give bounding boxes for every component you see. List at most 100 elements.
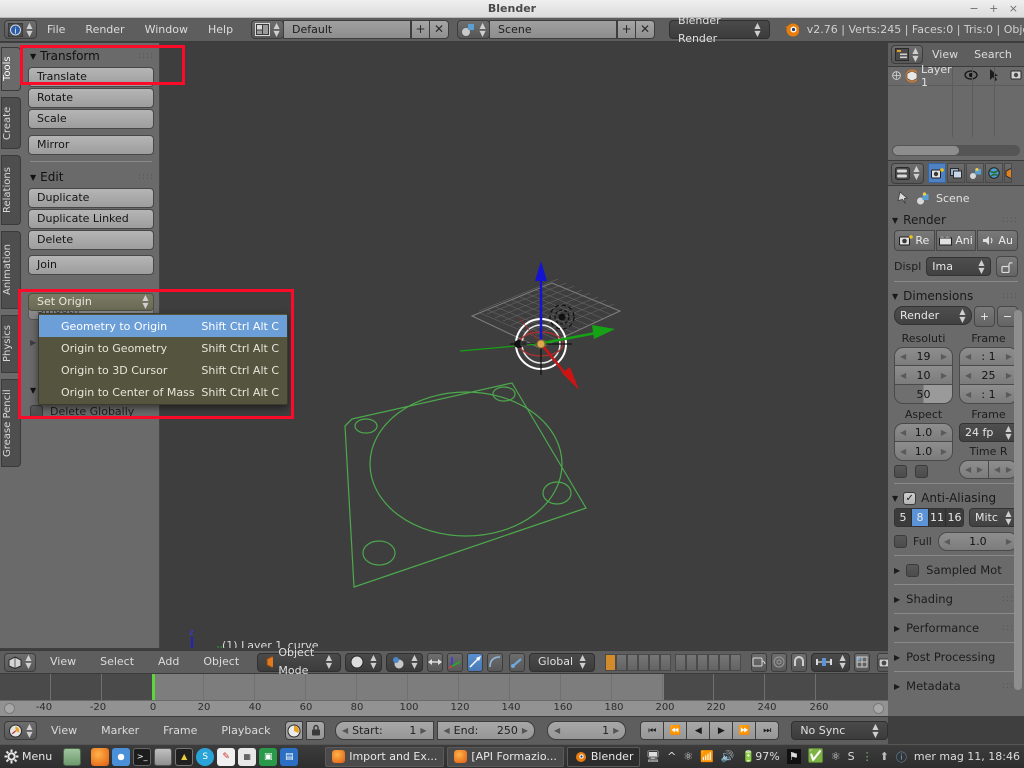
manipulator-toggle-button[interactable]	[427, 653, 443, 672]
frame-start-field[interactable]: ◀ : 1 ▶	[959, 347, 1018, 366]
frame-end-field[interactable]: ◀ 25 ▶	[959, 366, 1018, 385]
panel-metadata[interactable]: ▶ Metadata ::::	[888, 676, 1024, 696]
archive-icon[interactable]	[154, 748, 172, 766]
arrow-right-icon[interactable]: ▶	[1006, 352, 1012, 361]
arrow-right-icon[interactable]: ▶	[941, 428, 947, 437]
anti-aliasing-checkbox[interactable]: ✓	[903, 492, 916, 505]
rotate-button[interactable]: Rotate	[28, 88, 154, 108]
menu-help[interactable]: Help	[198, 18, 243, 42]
taskbar-window-blender[interactable]: Blender	[567, 747, 641, 767]
lock-interface-button[interactable]	[996, 256, 1018, 277]
layer-button[interactable]	[649, 654, 660, 671]
minimize-button[interactable]: −	[969, 2, 978, 15]
taskbar-window-firefox-2[interactable]: [API Formazio...	[447, 747, 564, 767]
checkmark-icon[interactable]: ✅	[808, 749, 824, 764]
arrow-right-icon[interactable]: ▶	[420, 726, 426, 735]
render-audio-button[interactable]: Au	[977, 230, 1018, 251]
panel-performance[interactable]: ▶ Performance ::::	[888, 618, 1024, 638]
timeline-scrollbar-right-handle[interactable]	[873, 703, 884, 714]
resolution-y-field[interactable]: ◀ 10 ▶	[894, 366, 953, 385]
layer-buttons-bottom[interactable]	[675, 654, 741, 671]
aspect-x-field[interactable]: ◀ 1.0 ▶	[894, 423, 953, 442]
aspect-y-field[interactable]: ◀ 1.0 ▶	[894, 442, 953, 461]
properties-tab-object[interactable]	[1004, 163, 1012, 183]
panel-shading[interactable]: ▶ Shading ::::	[888, 589, 1024, 609]
tab-animation[interactable]: Animation	[1, 231, 21, 309]
keyboard-layout-icon[interactable]: ⚑	[787, 749, 801, 764]
writer-icon[interactable]: ▤	[280, 748, 298, 766]
taskbar-window-firefox-1[interactable]: Import and Ex...	[325, 747, 444, 767]
arrow-right-icon[interactable]: ▶	[1006, 371, 1012, 380]
info-shield-icon[interactable]: ⓘ	[896, 749, 907, 765]
resolution-x-field[interactable]: ◀ 19 ▶	[894, 347, 953, 366]
jump-back-button[interactable]: ⏪	[663, 721, 687, 740]
outliner-menu-search[interactable]: Search	[967, 44, 1019, 66]
aa-size-field[interactable]: ◀ 1.0 ▶	[938, 532, 1018, 551]
menu-file[interactable]: File	[37, 18, 75, 42]
render-engine-selector[interactable]: Blender Render ▲▼	[669, 20, 770, 39]
editor-type-selector-info[interactable]: i ▲▼	[4, 20, 37, 39]
vp-menu-select[interactable]: Select	[90, 650, 144, 674]
upload-arrow-icon[interactable]: ⬆	[880, 750, 889, 763]
layer-buttons-top[interactable]	[605, 654, 671, 671]
clock-label[interactable]: mer mag 11, 18:46	[914, 750, 1020, 763]
sync-mode-selector[interactable]: No Sync ▲▼	[791, 721, 888, 740]
snap-target-button[interactable]	[854, 653, 870, 672]
arrow-right-icon[interactable]: ▶	[941, 371, 947, 380]
delete-scene-button[interactable]: ✕	[636, 20, 655, 39]
transform-orientation-selector[interactable]: Global ▲▼	[529, 653, 595, 672]
arrow-left-icon[interactable]: ◀	[900, 428, 906, 437]
layer-button[interactable]	[675, 654, 686, 671]
arrow-right-icon[interactable]: ▶	[941, 352, 947, 361]
aa-sample-8[interactable]: 8	[912, 509, 929, 526]
layer-button[interactable]	[605, 654, 616, 671]
time-remap-old-field[interactable]: ◀ ▶	[959, 460, 989, 479]
editor-type-selector-outliner[interactable]: ▲▼	[891, 45, 923, 64]
timeline-track[interactable]	[0, 674, 888, 700]
vp-menu-view[interactable]: View	[40, 650, 86, 674]
chevron-up-icon[interactable]: ^	[667, 750, 676, 763]
pin-icon[interactable]	[896, 191, 910, 205]
aa-sample-5[interactable]: 5	[895, 509, 912, 526]
lock-time-button[interactable]	[306, 721, 325, 740]
duplicate-linked-button[interactable]: Duplicate Linked	[28, 209, 154, 229]
arrow-right-icon[interactable]: ▶	[1006, 465, 1012, 474]
tl-menu-frame[interactable]: Frame	[153, 719, 207, 743]
maximize-button[interactable]: +	[989, 2, 998, 15]
add-scene-button[interactable]: +	[617, 20, 636, 39]
editor-type-selector-timeline[interactable]: ▲▼	[4, 721, 37, 740]
add-preset-button[interactable]: +	[974, 306, 995, 327]
close-button[interactable]: ×	[1009, 2, 1018, 15]
lock-scene-button[interactable]	[751, 653, 767, 672]
auto-keyframe-button[interactable]	[285, 721, 304, 740]
vp-menu-add[interactable]: Add	[148, 650, 189, 674]
layer-button[interactable]	[697, 654, 708, 671]
arrow-left-icon[interactable]: ◀	[900, 371, 906, 380]
display-icon[interactable]: 🖥	[646, 750, 660, 763]
delete-screen-button[interactable]: ✕	[430, 20, 449, 39]
vp-menu-object[interactable]: Object	[193, 650, 249, 674]
menu-item-origin-to-geometry[interactable]: Origin to Geometry Shift Ctrl Alt C	[39, 337, 287, 359]
bluetooth-icon[interactable]: ⚛	[683, 750, 693, 763]
tab-relations[interactable]: Relations	[1, 155, 21, 225]
arrow-left-icon[interactable]: ◀	[965, 371, 971, 380]
mirror-button[interactable]: Mirror	[28, 135, 154, 155]
jump-forward-button[interactable]: ⏩	[732, 721, 756, 740]
firefox-icon[interactable]	[91, 748, 109, 766]
menu-window[interactable]: Window	[135, 18, 198, 42]
anti-aliasing-panel-header[interactable]: ▼ ✓ Anti-Aliasing	[888, 488, 1024, 508]
scene-name[interactable]: Scene	[489, 20, 617, 39]
aa-filter-selector[interactable]: Mitc ▲▼	[969, 508, 1018, 527]
tab-grease-pencil[interactable]: Grease Pencil	[1, 379, 21, 467]
window-controls[interactable]: − + ×	[962, 0, 1018, 18]
layer-button[interactable]	[686, 654, 697, 671]
screen-layout-name[interactable]: Default	[283, 20, 411, 39]
swap-icon[interactable]: S	[848, 750, 855, 763]
tab-create[interactable]: Create	[1, 97, 21, 149]
frame-step-field[interactable]: ◀ : 1 ▶	[959, 385, 1018, 404]
duplicate-button[interactable]: Duplicate	[28, 188, 154, 208]
snap-element-selector[interactable]: ▲▼	[811, 653, 850, 672]
timeline-ruler[interactable]: -40 -20 0 20 40 60 80 100 120 140 160 18…	[0, 700, 888, 716]
layer-button[interactable]	[719, 654, 730, 671]
panel-post-processing[interactable]: ▶ Post Processing	[888, 647, 1024, 667]
